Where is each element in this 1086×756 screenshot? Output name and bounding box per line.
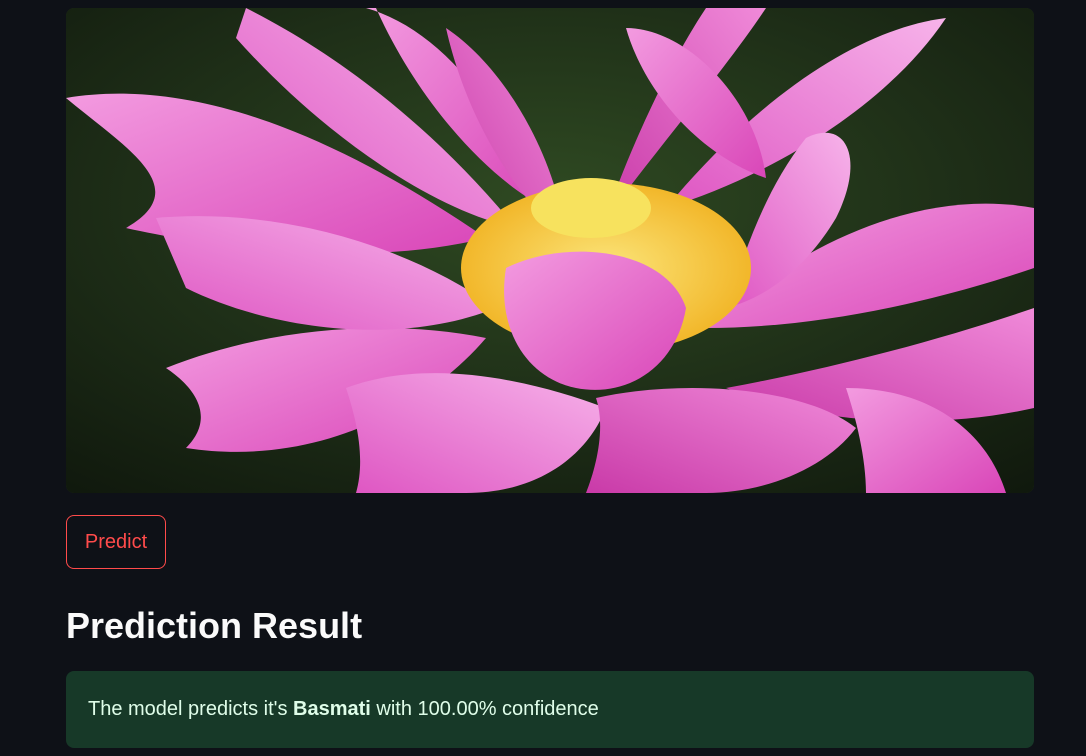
uploaded-image	[66, 8, 1034, 493]
prediction-result-alert: The model predicts it's Basmati with 100…	[66, 671, 1034, 748]
result-suffix-text: confidence	[496, 698, 599, 720]
prediction-result-heading: Prediction Result	[66, 605, 363, 646]
main-content: Predict Prediction Result The model pred…	[66, 0, 1034, 756]
result-prefix-text: The model predicts it's	[88, 698, 294, 720]
confidence-value: 100.00%	[417, 698, 497, 720]
predicted-label: Basmati	[293, 698, 371, 720]
result-middle-text: with	[370, 698, 418, 720]
lotus-flower-image	[66, 8, 1034, 493]
predict-button[interactable]: Predict	[66, 515, 166, 569]
